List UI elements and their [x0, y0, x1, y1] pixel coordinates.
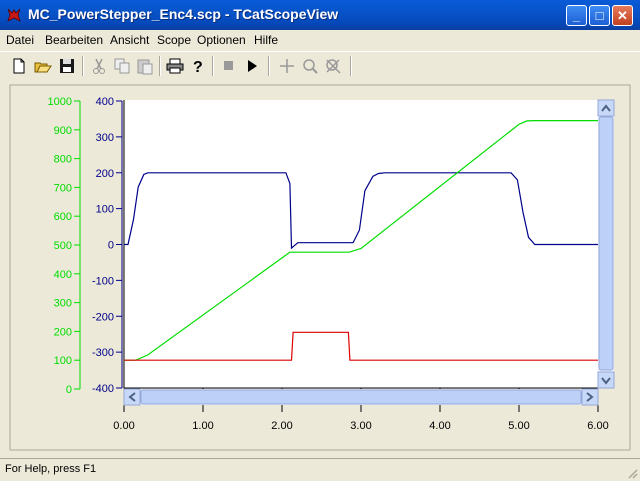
- toolbar-separator: [350, 56, 352, 76]
- help-button[interactable]: ?: [187, 56, 209, 76]
- stop-icon: [224, 61, 233, 70]
- open-icon: [34, 62, 52, 73]
- blue-axis-tick-label: 300: [96, 132, 114, 144]
- green-axis-tick-label: 500: [54, 240, 72, 252]
- crosshair-button[interactable]: [276, 56, 298, 76]
- scroll-down-button[interactable]: [597, 371, 615, 389]
- copy-button[interactable]: [111, 56, 133, 76]
- title-bar: MC_PowerStepper_Enc4.scp - TCatScopeView…: [0, 0, 640, 30]
- horizontal-scrollbar[interactable]: [123, 388, 599, 406]
- paste-icon: [137, 59, 153, 75]
- status-bar: For Help, press F1: [0, 458, 640, 481]
- play-button[interactable]: [241, 56, 263, 76]
- cut-button[interactable]: [88, 56, 110, 76]
- blue-axis-tick-label: 400: [96, 96, 114, 108]
- paste-button[interactable]: [134, 56, 156, 76]
- resize-grip-icon[interactable]: [626, 467, 638, 479]
- scope-chart: 01002003004005006007008009001000 -400-30…: [9, 84, 631, 451]
- minimize-button[interactable]: _: [566, 5, 587, 26]
- close-icon: ✕: [617, 8, 628, 23]
- new-button[interactable]: [8, 56, 30, 76]
- green-axis-tick-label: 600: [54, 211, 72, 223]
- x-axis-tick-label: 4.00: [429, 420, 450, 432]
- scope-view: 0 100 200 300 400 500 600 700 800 900 1000 -400 -30…: [0, 80, 640, 458]
- menu-ansicht[interactable]: Ansicht: [110, 33, 149, 47]
- toolbar: ?: [0, 51, 640, 81]
- scroll-right-button[interactable]: [581, 388, 599, 406]
- toolbar-separator: [82, 56, 84, 76]
- green-axis-tick-label: 1000: [48, 96, 72, 108]
- status-text: For Help, press F1: [5, 463, 97, 475]
- green-axis-tick-label: 300: [54, 298, 72, 310]
- green-axis-tick-label: 800: [54, 154, 72, 166]
- toolbar-separator: [268, 56, 270, 76]
- vertical-scrollbar[interactable]: [597, 99, 615, 389]
- print-icon: [166, 58, 184, 74]
- green-axis-tick-label: 400: [54, 269, 72, 281]
- horizontal-scroll-thumb[interactable]: [140, 389, 582, 405]
- zoom-icon: [303, 59, 318, 74]
- zoom-reset-icon: [326, 59, 341, 74]
- new-icon: [13, 58, 25, 74]
- zoom-button[interactable]: [299, 56, 321, 76]
- scroll-left-button[interactable]: [123, 388, 141, 406]
- close-button[interactable]: ✕: [612, 5, 633, 26]
- open-button[interactable]: [32, 56, 54, 76]
- blue-axis-tick-label: 200: [96, 168, 114, 180]
- x-axis-tick-label: 1.00: [192, 420, 213, 432]
- vertical-scroll-thumb[interactable]: [598, 116, 614, 371]
- menu-bar: Datei Bearbeiten Ansicht Scope Optionen …: [0, 30, 640, 50]
- green-axis-tick-label: 200: [54, 326, 72, 338]
- print-button[interactable]: [164, 56, 186, 76]
- copy-icon: [114, 58, 130, 74]
- green-axis-tick-label: 900: [54, 125, 72, 137]
- toolbar-separator: [212, 56, 214, 76]
- x-axis-tick-label: 0.00: [113, 420, 134, 432]
- play-icon: [248, 60, 257, 72]
- minimize-icon: _: [572, 8, 581, 23]
- x-axis-tick-label: 5.00: [508, 420, 529, 432]
- app-icon: [7, 8, 21, 22]
- stop-button[interactable]: [218, 56, 240, 76]
- blue-axis-tick-label: -400: [92, 383, 114, 395]
- svg-text:?: ?: [193, 59, 203, 76]
- plot-area[interactable]: [124, 100, 598, 388]
- menu-datei[interactable]: Datei: [6, 33, 34, 47]
- menu-scope[interactable]: Scope: [157, 33, 191, 47]
- save-icon: [60, 59, 74, 73]
- crosshair-icon: [280, 59, 294, 73]
- save-button[interactable]: [56, 56, 78, 76]
- toolbar-separator: [159, 56, 161, 76]
- green-axis-tick-label: 0: [66, 384, 72, 396]
- window-title: MC_PowerStepper_Enc4.scp - TCatScopeView: [28, 6, 339, 22]
- menu-hilfe[interactable]: Hilfe: [254, 33, 278, 47]
- blue-axis-tick-label: -100: [92, 275, 114, 287]
- green-axis-tick-label: 700: [54, 182, 72, 194]
- maximize-icon: □: [595, 8, 604, 23]
- cut-icon: [93, 58, 105, 74]
- zoom-reset-button[interactable]: [322, 56, 344, 76]
- menu-bearbeiten[interactable]: Bearbeiten: [45, 33, 103, 47]
- blue-axis-tick-label: -300: [92, 347, 114, 359]
- green-axis-tick-label: 100: [54, 355, 72, 367]
- blue-axis-tick-label: -200: [92, 311, 114, 323]
- x-axis-tick-label: 2.00: [271, 420, 292, 432]
- x-axis-tick-label: 6.00: [587, 420, 608, 432]
- blue-axis-tick-label: 0: [108, 240, 114, 252]
- blue-axis-tick-label: 100: [96, 204, 114, 216]
- scroll-up-button[interactable]: [597, 99, 615, 117]
- menu-optionen[interactable]: Optionen: [197, 33, 246, 47]
- x-axis-tick-label: 3.00: [350, 420, 371, 432]
- help-icon: ?: [193, 59, 203, 76]
- maximize-button[interactable]: □: [589, 5, 610, 26]
